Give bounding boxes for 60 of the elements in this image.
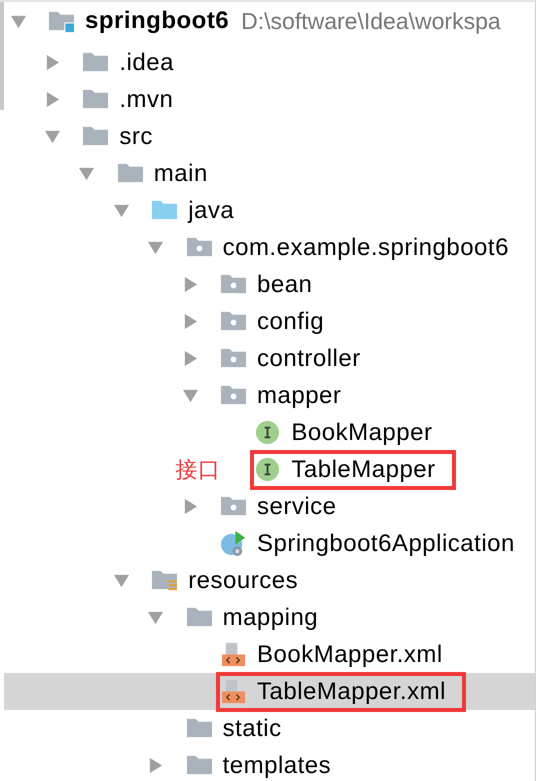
item-label: mapper [257, 382, 342, 410]
expand-arrow-icon[interactable] [182, 499, 198, 514]
scroll-thumb[interactable] [0, 2, 4, 110]
item-label: config [257, 308, 324, 336]
expand-arrow-icon[interactable] [182, 351, 198, 366]
collapse-arrow-icon[interactable] [44, 129, 60, 144]
expand-arrow-icon[interactable] [44, 92, 60, 107]
tree-row[interactable]: config [4, 303, 535, 340]
collapse-arrow-icon[interactable] [114, 203, 129, 218]
item-label: resources [188, 566, 298, 594]
collapse-arrow-icon[interactable] [10, 14, 26, 28]
tree-row[interactable]: BookMapper.xml [4, 636, 535, 673]
collapse-arrow-icon[interactable] [182, 388, 198, 403]
item-label: main [154, 160, 208, 188]
tree-row[interactable]: TableMapper.xml [4, 673, 535, 710]
tree-row[interactable]: src [4, 118, 535, 155]
tree-row[interactable]: mapper [4, 377, 535, 414]
expand-arrow-icon[interactable] [148, 758, 164, 773]
tree-row[interactable]: BookMapper [4, 414, 535, 451]
item-label: .mvn [119, 86, 174, 114]
tree-row[interactable]: service [4, 488, 535, 525]
item-label: BookMapper.xml [257, 640, 443, 668]
expand-arrow-icon[interactable] [182, 314, 198, 329]
tree-row[interactable]: 接口 TableMapper [4, 451, 535, 488]
item-label: service [257, 492, 337, 520]
annotation-label: 接口 [175, 456, 220, 484]
item-label: mapping [222, 604, 318, 632]
item-label: .idea [119, 48, 174, 76]
item-label: src [119, 122, 153, 150]
tree-row[interactable]: com.example.springboot6 [4, 229, 535, 266]
tree-row[interactable]: static [4, 710, 535, 747]
tree-row[interactable]: springboot6 D:\software\Idea\workspa [4, 2, 535, 40]
tree-row[interactable]: resources [4, 562, 535, 599]
collapse-arrow-icon[interactable] [114, 573, 129, 588]
item-label: java [188, 196, 234, 224]
item-label: com.example.springboot6 [222, 234, 509, 262]
tree-row[interactable]: .idea [4, 44, 535, 81]
project-path: D:\software\Idea\workspa [241, 8, 501, 34]
item-label: TableMapper [291, 456, 436, 484]
item-label: static [222, 714, 282, 742]
expand-arrow-icon[interactable] [182, 277, 198, 292]
tree-row[interactable]: templates [4, 747, 535, 781]
tree-row[interactable]: bean [4, 266, 535, 303]
item-label: controller [257, 344, 361, 372]
collapse-arrow-icon[interactable] [79, 166, 94, 181]
expand-arrow-icon[interactable] [44, 55, 60, 70]
item-label: TableMapper.xml [257, 678, 446, 706]
tree-row[interactable]: java [4, 192, 535, 229]
item-label: springboot6 [85, 7, 230, 35]
item-label: Springboot6Application [257, 530, 515, 558]
tree-row[interactable]: controller [4, 340, 535, 377]
tree-row[interactable]: mapping [4, 599, 535, 636]
tree-row[interactable]: .mvn [4, 81, 535, 118]
tree-row[interactable]: Springboot6Application [4, 525, 535, 562]
item-label: templates [222, 752, 332, 780]
item-label: BookMapper [291, 418, 432, 446]
tree-row[interactable]: main [4, 155, 535, 192]
collapse-arrow-icon[interactable] [148, 610, 164, 625]
collapse-arrow-icon[interactable] [148, 240, 164, 255]
item-label: bean [257, 270, 312, 298]
